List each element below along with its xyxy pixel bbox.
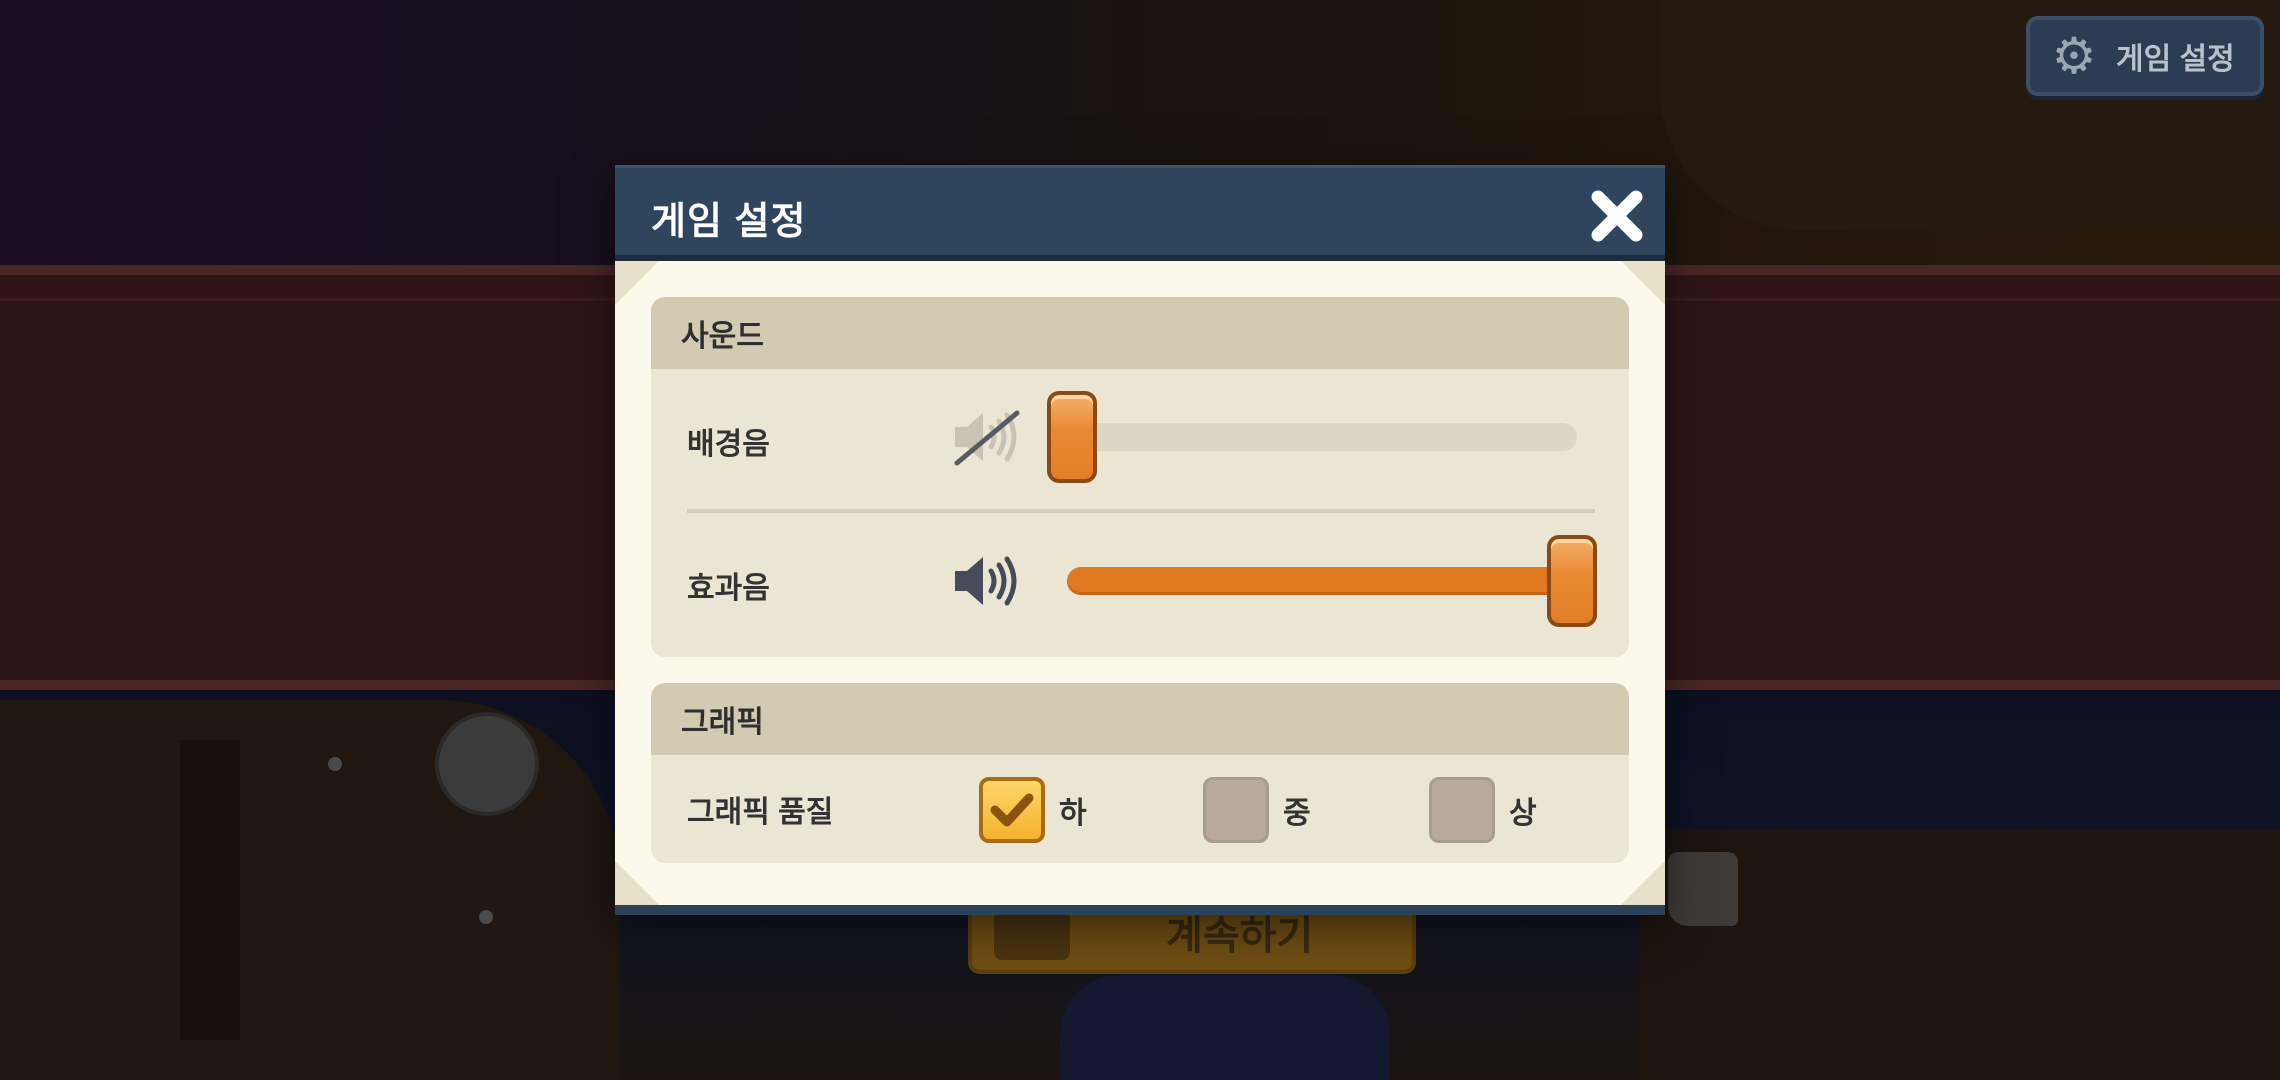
sound-section-header: 사운드 — [651, 297, 1629, 369]
gear-icon: ⚙ — [2051, 27, 2097, 85]
sfx-volume-slider[interactable] — [1067, 567, 1577, 595]
bgm-volume-slider[interactable] — [1067, 423, 1577, 451]
graphics-section-title: 그래픽 — [681, 706, 764, 739]
panel-corner — [1621, 261, 1665, 305]
quality-checkbox-high[interactable] — [1429, 777, 1495, 843]
close-button[interactable] — [1589, 188, 1645, 244]
sound-divider — [687, 509, 1595, 513]
background-boot — [1668, 852, 1738, 926]
quality-option-low-label: 하 — [1059, 797, 1087, 830]
quality-checkbox-low[interactable] — [979, 777, 1045, 843]
panel-corner — [615, 861, 659, 905]
graphics-section: 그래픽 그래픽 품질 하 중 상 — [651, 683, 1629, 863]
game-settings-button[interactable]: ⚙ 게임 설정 — [2026, 16, 2264, 96]
sound-section-title: 사운드 — [681, 320, 764, 353]
quality-option-low[interactable]: 하 — [979, 777, 1087, 843]
background-rivet — [328, 757, 342, 771]
dialog-title: 게임 설정 — [651, 201, 807, 243]
bgm-label: 배경음 — [687, 428, 770, 461]
panel-corner — [615, 261, 659, 305]
sfx-label: 효과음 — [687, 572, 770, 605]
quality-option-high[interactable]: 상 — [1429, 777, 1537, 843]
graphics-section-header: 그래픽 — [651, 683, 1629, 755]
quality-option-mid[interactable]: 중 — [1203, 777, 1311, 843]
panel-corner — [1621, 861, 1665, 905]
quality-checkbox-mid[interactable] — [1203, 777, 1269, 843]
background-machine-stripe — [180, 740, 240, 1040]
close-icon — [1591, 190, 1643, 242]
checkmark-icon — [990, 793, 1034, 827]
quality-option-mid-label: 중 — [1283, 797, 1311, 830]
settings-dialog: 게임 설정 사운드 배경음 효과음 그래픽 그래픽 품질 하 중 상 — [615, 165, 1665, 915]
sound-section: 사운드 배경음 효과음 — [651, 297, 1629, 657]
background-round-button — [435, 712, 539, 816]
graphics-quality-label: 그래픽 품질 — [687, 796, 834, 829]
speaker-muted-icon[interactable] — [951, 401, 1023, 473]
speaker-icon[interactable] — [951, 545, 1023, 617]
dialog-header: 게임 설정 — [615, 165, 1665, 261]
sfx-volume-fill — [1067, 567, 1577, 595]
bgm-volume-handle[interactable] — [1047, 391, 1097, 483]
quality-option-high-label: 상 — [1509, 797, 1537, 830]
sfx-volume-handle[interactable] — [1547, 535, 1597, 627]
background-character-feet — [1060, 975, 1390, 1080]
game-settings-button-label: 게임 설정 — [2116, 43, 2235, 76]
background-rivet — [479, 910, 493, 924]
